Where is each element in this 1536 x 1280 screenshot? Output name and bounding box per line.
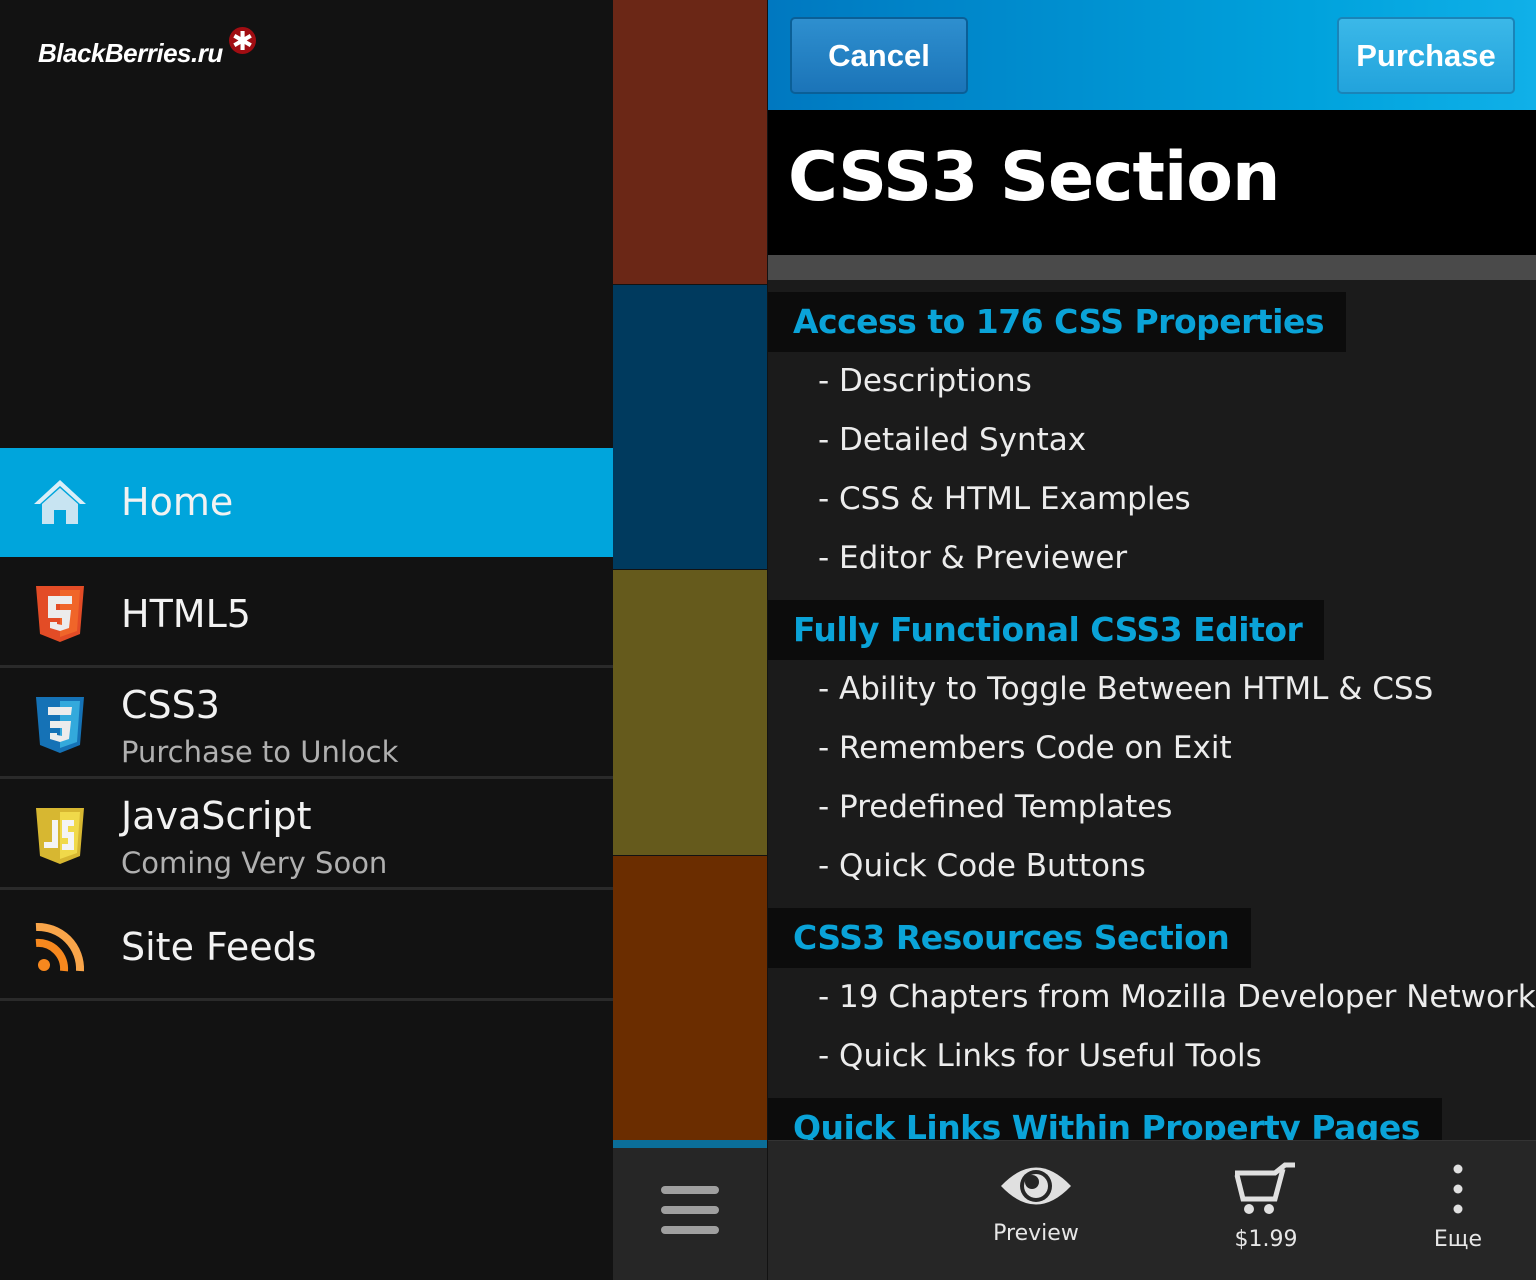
action-bar: Preview $1.99 Еще (768, 1140, 1536, 1280)
sidebar-item-html5[interactable]: HTML5 (0, 560, 613, 668)
feature-item: - Editor & Previewer (818, 540, 1128, 576)
buy-action[interactable]: $1.99 (1216, 1161, 1316, 1252)
more-action[interactable]: Еще (1418, 1161, 1498, 1252)
purchase-screen: Cancel Purchase CSS3 Section Access to 1… (768, 0, 1536, 1280)
feature-item: - Predefined Templates (818, 789, 1173, 825)
app-tiles-column (613, 0, 767, 1280)
logo-star-icon: ✱ (229, 27, 256, 57)
sidebar-item-sublabel: Coming Very Soon (121, 846, 388, 880)
preview-action[interactable]: Preview (986, 1161, 1086, 1246)
section-heading: Access to 176 CSS Properties (768, 292, 1347, 352)
css3-icon (36, 697, 84, 753)
cancel-button[interactable]: Cancel (790, 17, 968, 94)
sidebar-item-sublabel: Purchase to Unlock (121, 735, 399, 769)
title-banner: CSS3 Section (768, 110, 1536, 255)
sidebar-item-label: HTML5 (121, 592, 251, 636)
eye-icon (1001, 1167, 1071, 1205)
home-icon (34, 480, 86, 524)
app-tile[interactable] (613, 0, 767, 284)
more-label: Еще (1433, 1227, 1483, 1252)
cart-icon (1234, 1162, 1295, 1214)
sidebar-item-label: Site Feeds (121, 925, 317, 969)
section-heading: CSS3 Resources Section (768, 908, 1252, 968)
divider (768, 255, 1536, 280)
feature-item: - CSS & HTML Examples (818, 481, 1191, 517)
more-vertical-icon (1453, 1164, 1463, 1214)
sidebar-item-label: CSS3 (121, 683, 220, 727)
javascript-icon (36, 808, 84, 864)
app-tile[interactable] (613, 285, 767, 569)
price-label: $1.99 (1234, 1227, 1298, 1252)
app-tile[interactable] (613, 856, 767, 1140)
feature-item: - Ability to Toggle Between HTML & CSS (818, 671, 1434, 707)
feature-list[interactable]: Access to 176 CSS Properties - Descriptio… (768, 280, 1536, 1140)
sidebar-item-home[interactable]: Home (0, 448, 613, 557)
purchase-button[interactable]: Purchase (1337, 17, 1515, 94)
sidebar-item-label: Home (121, 480, 234, 524)
active-indicator (613, 1140, 767, 1148)
feature-item: - Remembers Code on Exit (818, 730, 1232, 766)
menu-button[interactable] (613, 1148, 767, 1280)
sidebar-item-site-feeds[interactable]: Site Feeds (0, 893, 613, 1001)
logo: BlackBerries.ru (38, 38, 223, 68)
title-bar: Cancel Purchase (768, 0, 1536, 110)
feature-item: - Quick Links for Useful Tools (818, 1038, 1262, 1074)
section-heading: Fully Functional CSS3 Editor (768, 600, 1325, 660)
app-tile[interactable] (613, 570, 767, 855)
section-heading: Quick Links Within Property Pages (768, 1098, 1442, 1140)
feature-item: - Descriptions (818, 363, 1032, 399)
preview-label: Preview (993, 1221, 1079, 1246)
feature-item: - Quick Code Buttons (818, 848, 1146, 884)
rss-icon (35, 922, 85, 972)
sidebar-item-javascript[interactable]: JavaScript Coming Very Soon (0, 782, 613, 890)
feature-item: - 19 Chapters from Mozilla Developer Net… (818, 979, 1536, 1015)
page-title: CSS3 Section (788, 138, 1280, 217)
sidebar-item-css3[interactable]: CSS3 Purchase to Unlock (0, 671, 613, 779)
html5-icon (36, 586, 84, 642)
sidebar: BlackBerries.ru ✱ Home HTML5 CSS3 Purcha… (0, 0, 613, 1280)
sidebar-item-label: JavaScript (121, 794, 312, 838)
feature-item: - Detailed Syntax (818, 422, 1087, 458)
